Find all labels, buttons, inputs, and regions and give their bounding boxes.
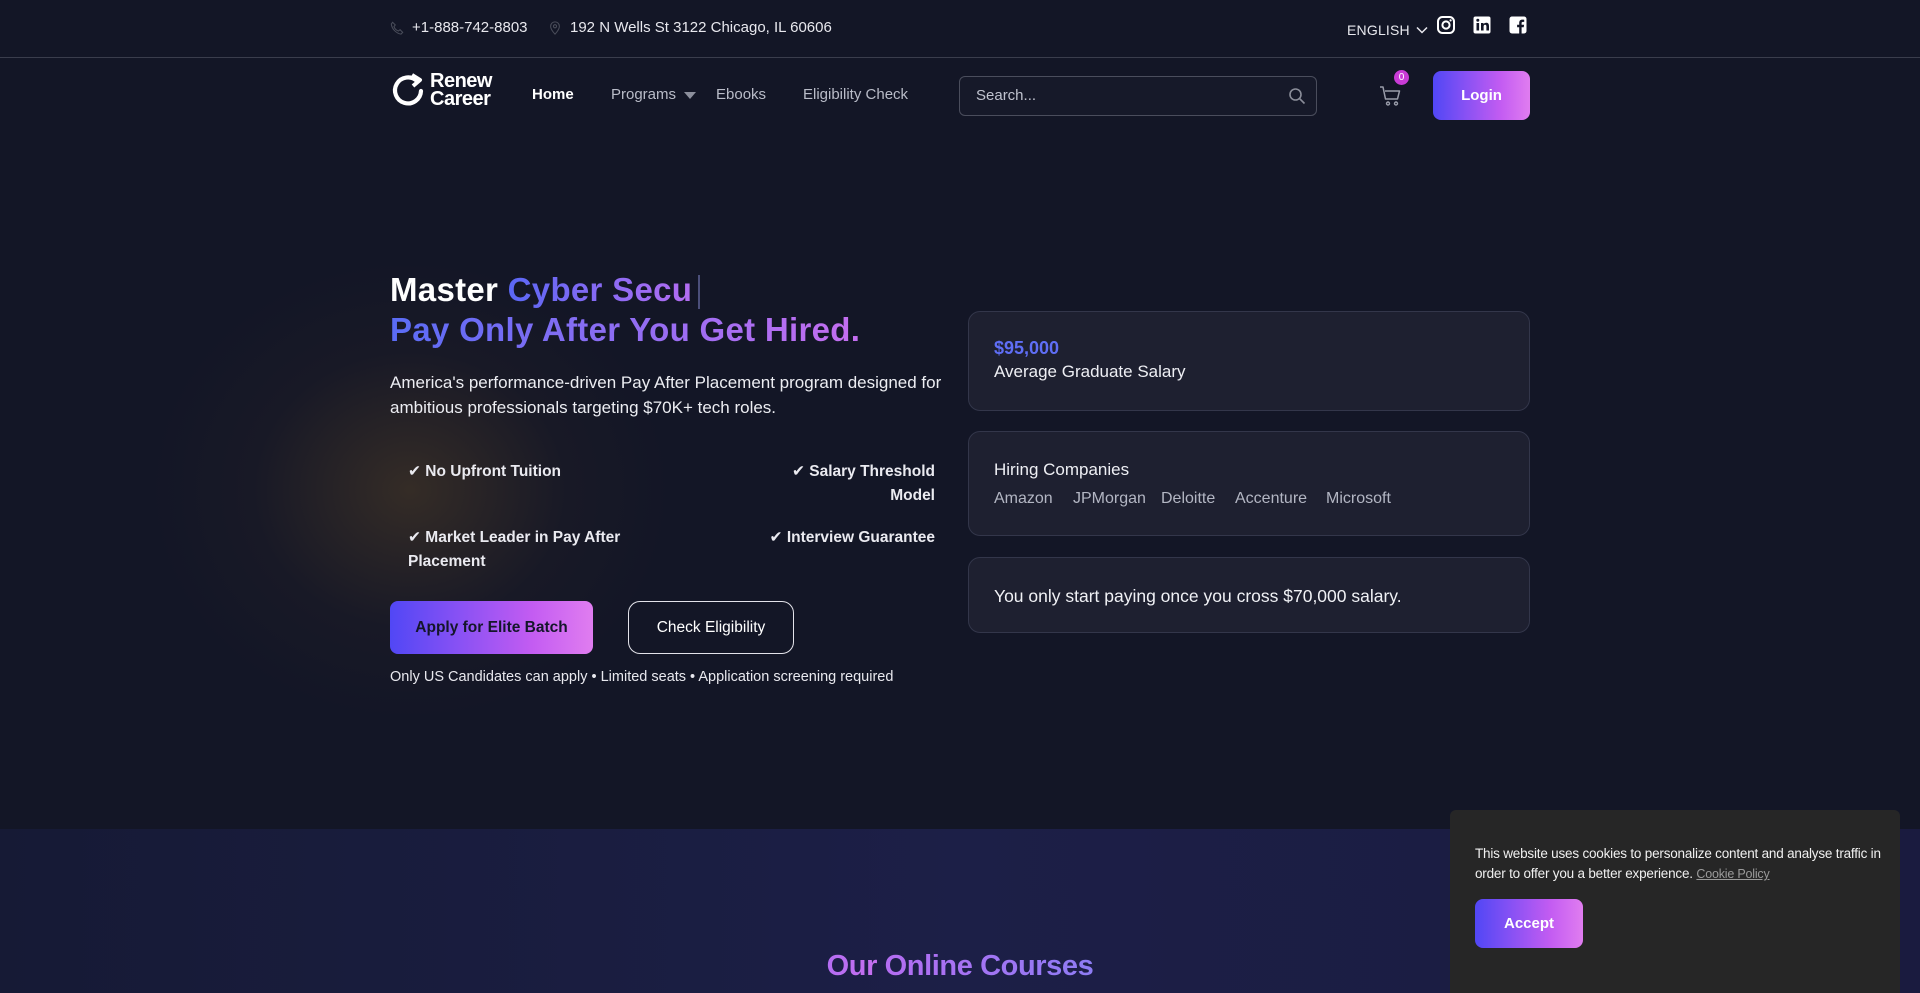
logo-text: Renew Career <box>430 71 492 110</box>
facebook-icon[interactable] <box>1508 15 1528 35</box>
salary-stat-card: $95,000 Average Graduate Salary <box>968 311 1530 411</box>
cart-count-badge: 0 <box>1394 70 1409 85</box>
salary-value: $95,000 <box>994 338 1060 358</box>
cookie-text: This website uses cookies to personalize… <box>1475 846 1881 881</box>
logo-refresh-icon <box>392 73 424 106</box>
feature-interview-guarantee: ✔ Interview Guarantee <box>769 529 935 546</box>
cart-icon[interactable] <box>1379 84 1403 108</box>
feature-salary-threshold: ✔ Salary Threshold Model <box>791 463 935 504</box>
payment-info-card: You only start paying once you cross $70… <box>968 557 1530 633</box>
nav-programs-label: Programs <box>611 86 677 103</box>
language-label: ENGLISH <box>1347 22 1410 38</box>
location-pin-icon <box>550 20 560 35</box>
hero-subtitle: Pay Only After You Get Hired. <box>390 310 860 349</box>
application-note: Only US Candidates can apply • Limited s… <box>390 669 894 685</box>
check-eligibility-button[interactable]: Check Eligibility <box>628 601 794 654</box>
instagram-icon[interactable] <box>1436 15 1456 35</box>
phone-icon <box>390 21 404 35</box>
payment-threshold-text: You only start paying once you cross $70… <box>994 586 1402 606</box>
chevron-down-icon <box>1416 26 1428 34</box>
nav-eligibility-check[interactable]: Eligibility Check <box>803 86 908 103</box>
caret-down-icon <box>684 91 697 99</box>
linkedin-icon[interactable] <box>1472 15 1492 35</box>
logo-line-2: Career <box>430 88 491 110</box>
renew-career-logo[interactable]: Renew Career <box>390 71 492 109</box>
hero-title-highlight: Cyber Secu <box>507 271 693 308</box>
hero-description: America's performance-driven Pay After P… <box>390 373 942 417</box>
cookie-policy-link[interactable]: Cookie Policy <box>1696 867 1769 881</box>
hero-subtitle-text: Pay Only After You Get Hired. <box>390 311 861 348</box>
cookie-banner: This website uses cookies to personalize… <box>1450 810 1900 993</box>
search-placeholder: Search... <box>976 87 1037 104</box>
feature-no-upfront-tuition: ✔ No Upfront Tuition <box>408 463 562 480</box>
courses-title-part2: Online Courses <box>884 950 1094 982</box>
company-accenture: Accenture <box>1235 490 1308 507</box>
company-jpmorgan: JPMorgan <box>1073 490 1146 507</box>
company-microsoft: Microsoft <box>1326 490 1391 507</box>
company-amazon: Amazon <box>994 490 1053 507</box>
courses-title-part1: Our <box>826 950 878 982</box>
language-selector[interactable]: ENGLISH <box>1347 22 1428 38</box>
search-input[interactable]: Search... <box>959 76 1317 116</box>
login-button[interactable]: Login <box>1433 71 1530 120</box>
hiring-companies-title: Hiring Companies <box>994 460 1130 479</box>
hiring-companies-card: Hiring Companies Amazon JPMorgan Deloitt… <box>968 431 1530 536</box>
feature-market-leader: ✔ Market Leader in Pay After Placement <box>408 529 621 570</box>
typing-cursor <box>698 275 701 310</box>
phone-number: +1-888-742-8803 <box>412 19 528 36</box>
nav-programs[interactable]: Programs <box>611 86 697 103</box>
nav-ebooks[interactable]: Ebooks <box>716 86 766 103</box>
company-deloitte: Deloitte <box>1161 490 1216 507</box>
top-contact-bar: +1-888-742-8803 192 N Wells St 3122 Chic… <box>0 0 1920 58</box>
address-contact[interactable]: 192 N Wells St 3122 Chicago, IL 60606 <box>548 19 832 36</box>
cookie-message: This website uses cookies to personalize… <box>1475 844 1885 884</box>
search-icon[interactable] <box>1288 87 1306 105</box>
hero-title-prefix: Master <box>390 271 499 308</box>
salary-label: Average Graduate Salary <box>994 362 1186 381</box>
phone-contact[interactable]: +1-888-742-8803 <box>390 19 528 36</box>
address-text: 192 N Wells St 3122 Chicago, IL 60606 <box>570 19 832 36</box>
apply-elite-batch-button[interactable]: Apply for Elite Batch <box>390 601 593 654</box>
hero-title: Master Cyber Secu <box>390 270 701 310</box>
accept-cookies-button[interactable]: Accept <box>1475 899 1583 948</box>
nav-home[interactable]: Home <box>532 86 574 103</box>
